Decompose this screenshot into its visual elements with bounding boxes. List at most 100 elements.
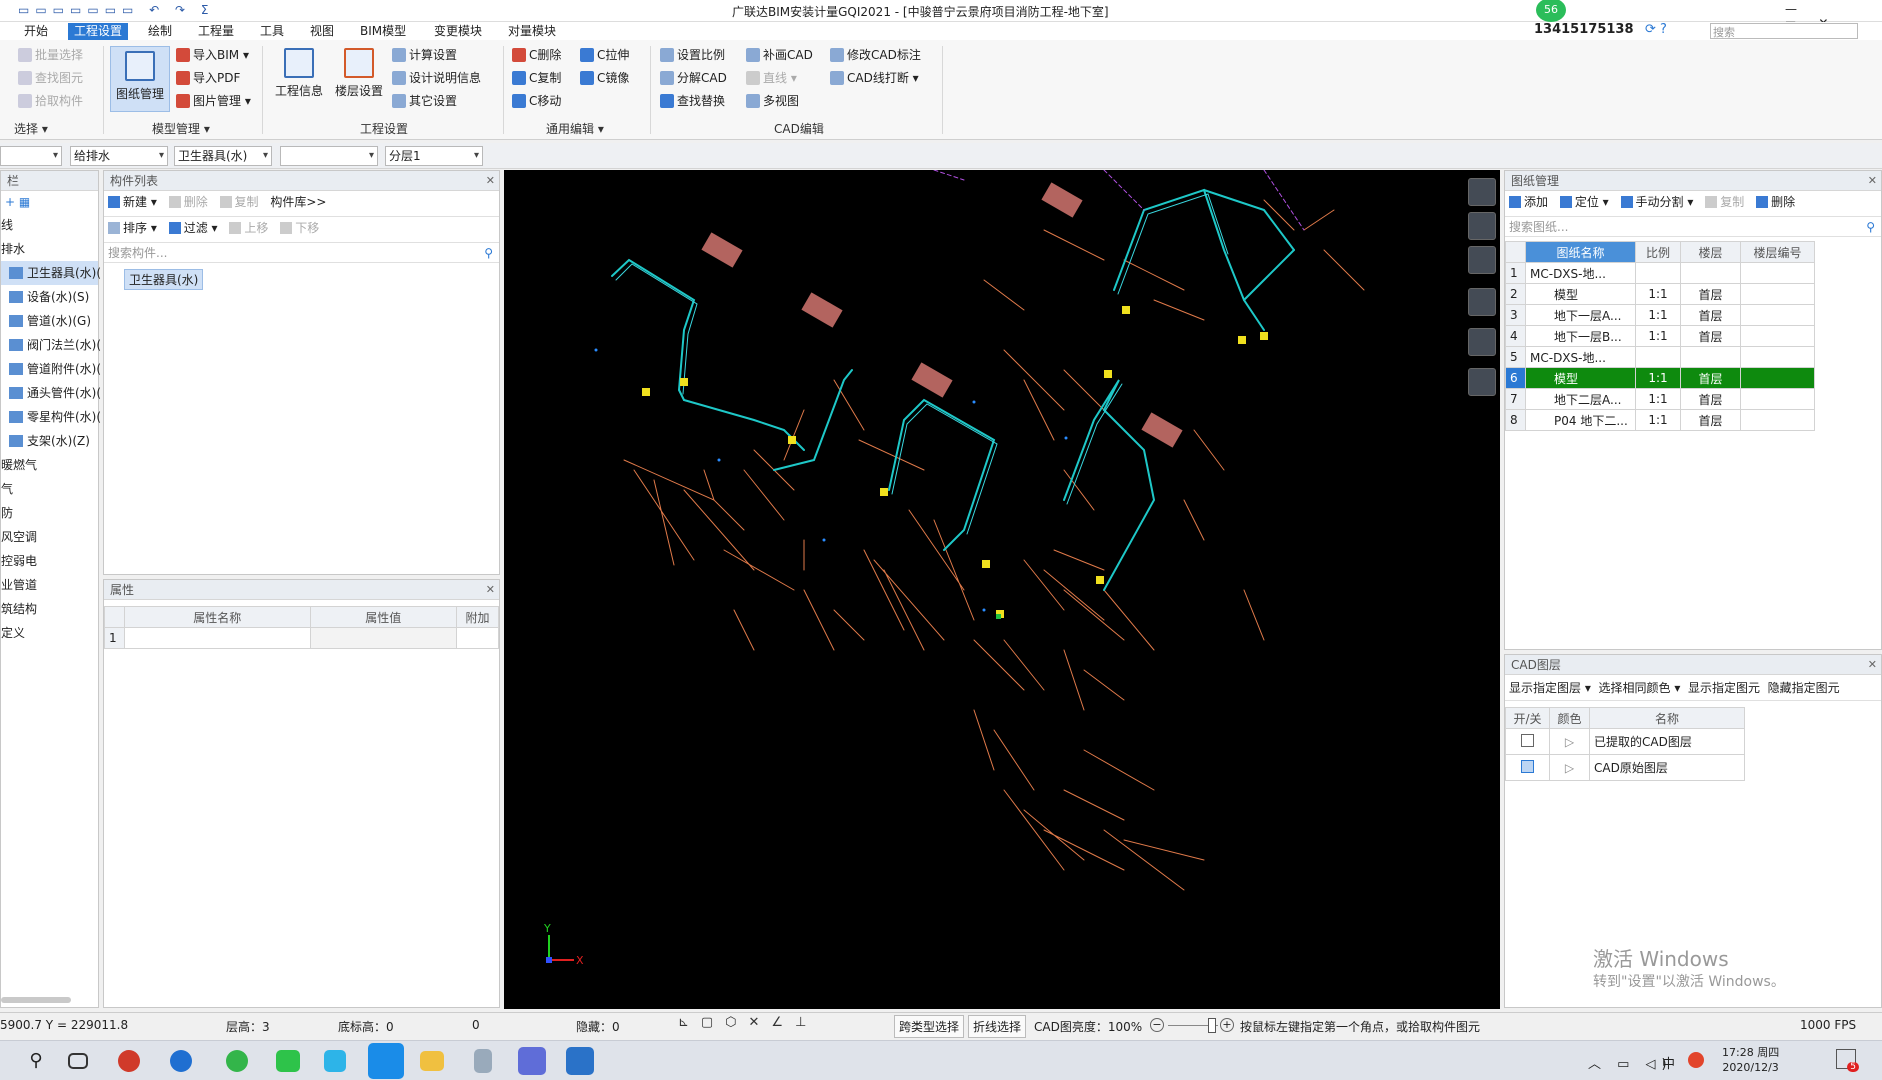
nav-item[interactable]: 设备(水)(S) [1, 285, 98, 309]
drawing-row[interactable]: 1 MC-DXS-地... [1505, 262, 1815, 284]
feishu-icon[interactable] [368, 1043, 404, 1079]
snap-toolbar[interactable]: ⊾▢⬡✕∠⊥ [678, 1015, 888, 1037]
c-delete-button[interactable]: C删除 [512, 46, 561, 64]
cross-type-select-button[interactable]: 跨类型选择 [894, 1015, 965, 1038]
copy-drawing-button[interactable]: 复制 [1705, 191, 1744, 213]
multi-view-button[interactable]: 多视图 [746, 92, 799, 110]
search-input[interactable]: 搜索 [1710, 23, 1858, 39]
modify-cad-dim-button[interactable]: 修改CAD标注 [830, 46, 921, 64]
notification-badge[interactable]: 56 [1536, 0, 1566, 22]
rotate-icon[interactable] [1468, 328, 1496, 356]
nav-item[interactable]: 风空调 [1, 525, 98, 549]
explode-cad-button[interactable]: 分解CAD [660, 69, 727, 87]
cad-canvas[interactable]: Y X [504, 170, 1500, 1009]
line-button[interactable]: 直线 ▾ [746, 69, 797, 87]
drawing-row[interactable]: 6 模型 1:1 首层 [1505, 367, 1815, 389]
document-icon[interactable] [474, 1049, 492, 1073]
combo-floor[interactable] [0, 146, 62, 166]
drawing-row[interactable]: 7 地下二层A... 1:1 首层 [1505, 388, 1815, 410]
combo-component[interactable] [280, 146, 378, 166]
antivirus-icon[interactable] [1688, 1052, 1704, 1068]
nav-item[interactable]: 零星构件(水)( [1, 405, 101, 429]
wechat-icon[interactable] [276, 1050, 300, 1072]
expand-icon[interactable]: ▷ [1549, 728, 1590, 755]
prop-value-cell[interactable] [309, 627, 458, 649]
nav-item[interactable]: 线 [1, 213, 98, 237]
locate-button[interactable]: 定位 ▾ [1559, 191, 1609, 213]
combo-discipline[interactable]: 给排水 [70, 146, 168, 166]
gqi-app-icon[interactable] [518, 1047, 546, 1075]
menu-quantity[interactable]: 工程量 [192, 23, 240, 40]
show-layer-button[interactable]: 显示指定图层 ▾ [1509, 681, 1591, 695]
menu-project-settings[interactable]: 工程设置 [68, 23, 129, 40]
nav-item[interactable]: 排水 [1, 237, 98, 261]
prop-attach-cell[interactable] [456, 627, 499, 649]
move-down-button[interactable]: 下移 [280, 217, 319, 239]
nav-item[interactable]: 暖燃气 [1, 453, 98, 477]
component-search-input[interactable]: 搜索构件... ⚲ [104, 243, 499, 263]
ime-indicator[interactable]: 中 [1662, 1053, 1675, 1072]
component-library-button[interactable]: 构件库>> [270, 191, 326, 213]
clock[interactable]: 17:28 周四 2020/12/3 [1722, 1045, 1779, 1075]
drawing-search-input[interactable]: 搜索图纸... ⚲ [1505, 217, 1881, 237]
show-element-button[interactable]: 显示指定图元 [1688, 681, 1760, 695]
layout-icon[interactable] [1468, 368, 1496, 396]
drawing-management-button[interactable]: 图纸管理 [110, 46, 170, 112]
nav-item[interactable]: 阀门法兰(水)( [1, 333, 101, 357]
media-icon[interactable] [324, 1050, 346, 1072]
drawing-row[interactable]: 3 地下一层A... 1:1 首层 [1505, 304, 1815, 326]
orbit-icon[interactable] [1468, 178, 1496, 206]
image-management-button[interactable]: 图片管理 ▾ [176, 92, 251, 110]
layer-toggle-checkbox[interactable] [1521, 733, 1534, 747]
drawing-row[interactable]: 8 P04 地下二... 1:1 首层 [1505, 409, 1815, 431]
manual-split-button[interactable]: 手动分割 ▾ [1620, 191, 1693, 213]
c-stretch-button[interactable]: C拉伸 [580, 46, 629, 64]
drawing-row[interactable]: 5 MC-DXS-地... [1505, 346, 1815, 368]
file-explorer-icon[interactable] [420, 1051, 444, 1071]
3d-view-icon[interactable] [1468, 212, 1496, 240]
patch-cad-button[interactable]: 补画CAD [746, 46, 813, 64]
nav-item[interactable]: 支架(水)(Z) [1, 429, 98, 453]
tray-icons[interactable]: ︿ ▭ ◁) [1588, 1053, 1673, 1072]
sort-button[interactable]: 排序 ▾ [108, 217, 157, 239]
windows-search-icon[interactable]: ⚲ [22, 1047, 50, 1075]
task-view-icon[interactable] [68, 1053, 88, 1069]
pick-component-button[interactable]: 拾取构件 [18, 92, 83, 110]
menu-start[interactable]: 开始 [18, 23, 54, 40]
delete-drawing-button[interactable]: 删除 [1756, 191, 1795, 213]
delete-button[interactable]: 删除 [168, 191, 208, 213]
cad-line-break-button[interactable]: CAD线打断 ▾ [830, 69, 919, 87]
menu-bim-model[interactable]: BIM模型 [354, 23, 412, 40]
menu-view[interactable]: 视图 [304, 23, 340, 40]
expand-icon[interactable]: ▷ [1549, 754, 1590, 781]
layer-toggle-checkbox[interactable] [1521, 759, 1534, 773]
c-move-button[interactable]: C移动 [512, 92, 561, 110]
nav-item[interactable]: 定义 [1, 621, 98, 645]
drawing-row[interactable]: 4 地下一层B... 1:1 首层 [1505, 325, 1815, 347]
front-view-icon[interactable] [1468, 288, 1496, 316]
help-icon[interactable]: ⟳ ? [1645, 22, 1667, 37]
other-settings-button[interactable]: 其它设置 [392, 92, 457, 110]
polyline-select-button[interactable]: 折线选择 [968, 1015, 1027, 1038]
menu-draw[interactable]: 绘制 [142, 23, 178, 40]
user-phone[interactable]: 13415175138 [1534, 22, 1634, 40]
calc-settings-button[interactable]: 计算设置 [392, 46, 457, 64]
batch-select-button[interactable]: 批量选择 [18, 46, 83, 64]
design-notes-button[interactable]: 设计说明信息 [392, 69, 481, 87]
app-icon[interactable] [118, 1050, 140, 1072]
nav-item[interactable]: 控弱电 [1, 549, 98, 573]
nav-item[interactable]: 业管道 [1, 573, 98, 597]
ie-icon[interactable] [170, 1050, 192, 1072]
nav-item[interactable]: 管道附件(水)( [1, 357, 101, 381]
floor-settings-button[interactable]: 楼层设置 [332, 48, 386, 99]
nav-item[interactable]: 卫生器具(水)( [1, 261, 101, 285]
import-bim-button[interactable]: 导入BIM ▾ [176, 46, 249, 64]
menu-change-module[interactable]: 变更模块 [428, 23, 488, 40]
copy-button[interactable]: 复制 [219, 191, 259, 213]
quick-access-toolbar[interactable]: ▭▭▭▭▭▭▭ ↶ ↷ Σ [18, 3, 215, 17]
top-view-icon[interactable] [1468, 246, 1496, 274]
c-mirror-button[interactable]: C镜像 [580, 69, 629, 87]
hide-element-button[interactable]: 隐藏指定图元 [1768, 681, 1840, 695]
filter-button[interactable]: 过滤 ▾ [168, 217, 218, 239]
cad-drawing[interactable]: Y X [504, 170, 1500, 1009]
